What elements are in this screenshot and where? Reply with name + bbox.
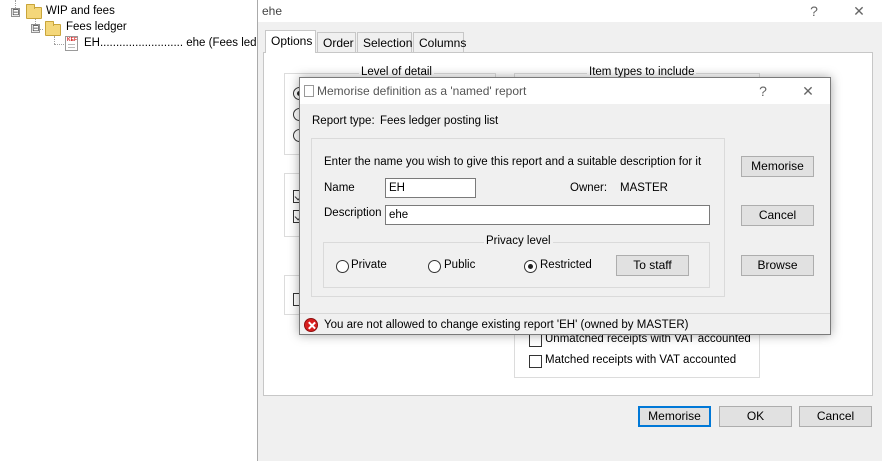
report-type-value: Fees ledger posting list <box>380 115 499 127</box>
close-icon[interactable]: ✕ <box>849 3 869 20</box>
tree-connector <box>54 44 64 45</box>
owner-value: MASTER <box>620 182 668 194</box>
name-label: Name <box>324 182 355 194</box>
restricted-radio[interactable] <box>524 260 537 273</box>
tab-columns[interactable]: Columns <box>413 32 466 52</box>
document-icon <box>304 85 314 97</box>
report-type-label: Report type: <box>312 115 375 127</box>
browse-button[interactable]: Browse <box>741 255 814 276</box>
status-divider <box>300 313 830 314</box>
report-badge: KEF <box>67 37 77 43</box>
to-staff-button[interactable]: To staff <box>616 255 689 276</box>
cancel-button[interactable]: Cancel <box>799 406 872 427</box>
restricted-label: Restricted <box>540 259 592 271</box>
dialog-cancel-button[interactable]: Cancel <box>741 205 814 226</box>
help-icon[interactable]: ? <box>753 83 773 99</box>
dialog-title: Memorise definition as a 'named' report <box>317 84 527 98</box>
name-description-panel: Enter the name you wish to give this rep… <box>311 138 725 297</box>
private-label: Private <box>351 259 387 271</box>
report-document-icon: KEF <box>65 36 78 51</box>
owner-label: Owner: <box>570 182 608 194</box>
tab-selection[interactable]: Selection <box>357 32 412 52</box>
description-label: Description <box>324 207 382 219</box>
tab-order[interactable]: Order <box>317 32 356 52</box>
tree-item-wip-and-fees[interactable]: WIP and fees <box>46 5 115 17</box>
private-radio[interactable] <box>336 260 349 273</box>
close-icon[interactable]: ✕ <box>798 83 818 100</box>
tree-item-fees-ledger[interactable]: Fees ledger <box>66 21 127 33</box>
doc-line <box>68 44 75 45</box>
folder-icon <box>45 21 61 36</box>
memorise-button[interactable]: Memorise <box>638 406 711 427</box>
instruction-text: Enter the name you wish to give this rep… <box>324 156 702 168</box>
error-icon <box>304 318 318 332</box>
window-title: ehe <box>262 4 283 18</box>
public-radio[interactable] <box>428 260 441 273</box>
collapse-icon[interactable]: ⊟ <box>31 24 40 33</box>
description-input[interactable]: ehe <box>385 205 710 225</box>
report-tree: ⊟ WIP and fees ⊟ Fees ledger KEF EH.....… <box>0 0 273 461</box>
doc-line <box>68 47 75 48</box>
privacy-level-group: Privacy level Private Public Restricted … <box>323 235 710 288</box>
folder-icon <box>26 4 42 19</box>
privacy-level-caption: Privacy level <box>484 235 553 247</box>
unmatched-receipts-checkbox[interactable] <box>529 334 542 347</box>
dialog-titlebar: Memorise definition as a 'named' report … <box>300 78 830 104</box>
error-message: You are not allowed to change existing r… <box>324 319 689 331</box>
dialog-memorise-button[interactable]: Memorise <box>741 156 814 177</box>
matched-receipts-checkbox[interactable] <box>529 355 542 368</box>
window-titlebar: ehe ? ✕ <box>258 0 882 22</box>
memorise-dialog: Memorise definition as a 'named' report … <box>299 77 831 335</box>
tab-options[interactable]: Options <box>265 30 316 53</box>
help-icon[interactable]: ? <box>804 3 824 19</box>
tree-connector <box>54 36 55 44</box>
matched-receipts-label: Matched receipts with VAT accounted <box>545 354 737 366</box>
tree-item-eh-report[interactable]: EH.......................... ehe (Fees l… <box>84 37 273 49</box>
name-input[interactable]: EH <box>385 178 476 198</box>
ok-button[interactable]: OK <box>719 406 792 427</box>
collapse-icon[interactable]: ⊟ <box>11 8 20 17</box>
public-label: Public <box>444 259 476 271</box>
